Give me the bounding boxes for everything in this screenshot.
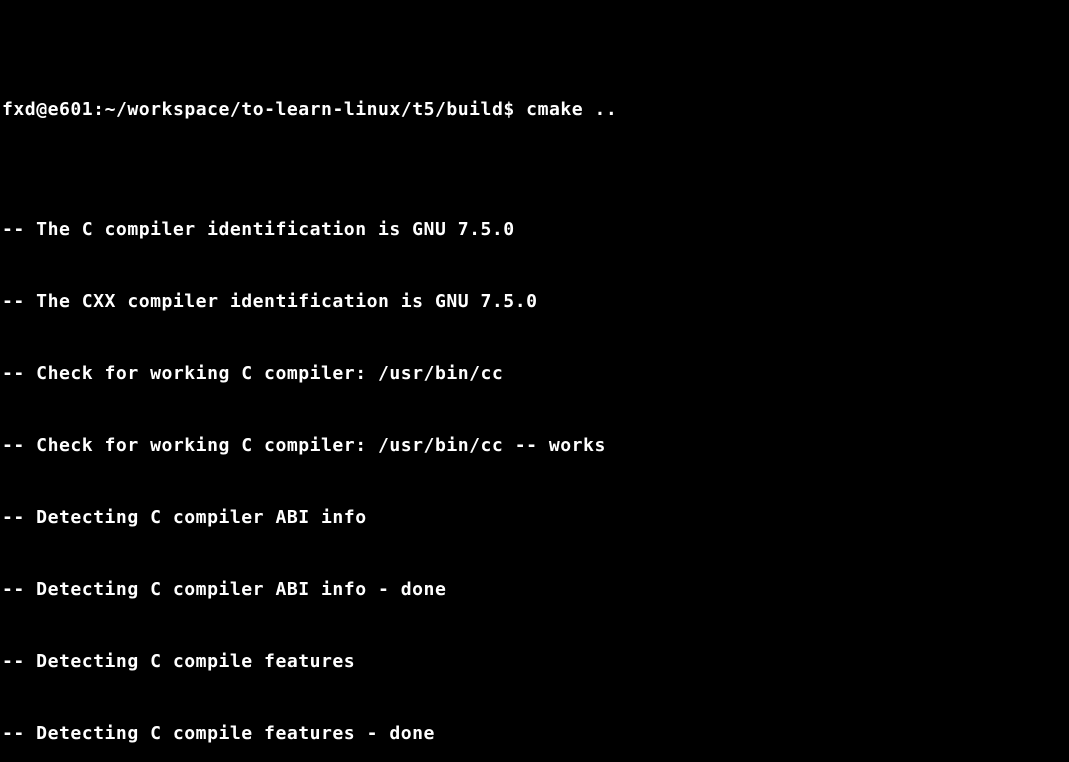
prompt-path: ~/workspace/to-learn-linux/t5/build xyxy=(105,99,504,120)
cmake-line: -- Check for working C compiler: /usr/bi… xyxy=(2,434,1067,458)
prompt-user: fxd xyxy=(2,99,36,120)
spacer xyxy=(515,99,526,120)
prompt-host: e601 xyxy=(48,99,94,120)
prompt-dollar: $ xyxy=(503,99,514,120)
cmake-line: -- Detecting C compile features - done xyxy=(2,722,1067,746)
cmake-line: -- Detecting C compiler ABI info xyxy=(2,506,1067,530)
cmake-line: -- The CXX compiler identification is GN… xyxy=(2,290,1067,314)
prompt-line-cmake[interactable]: fxd@e601:~/workspace/to-learn-linux/t5/b… xyxy=(2,98,1067,122)
terminal[interactable]: fxd@e601:~/workspace/to-learn-linux/t5/b… xyxy=(0,0,1069,762)
cmake-line: -- Check for working C compiler: /usr/bi… xyxy=(2,362,1067,386)
prompt-at: @ xyxy=(36,99,47,120)
cmake-line: -- The C compiler identification is GNU … xyxy=(2,218,1067,242)
cmd-cmake: cmake .. xyxy=(526,99,617,120)
prompt-colon: : xyxy=(93,99,104,120)
cmake-line: -- Detecting C compiler ABI info - done xyxy=(2,578,1067,602)
cmake-line: -- Detecting C compile features xyxy=(2,650,1067,674)
